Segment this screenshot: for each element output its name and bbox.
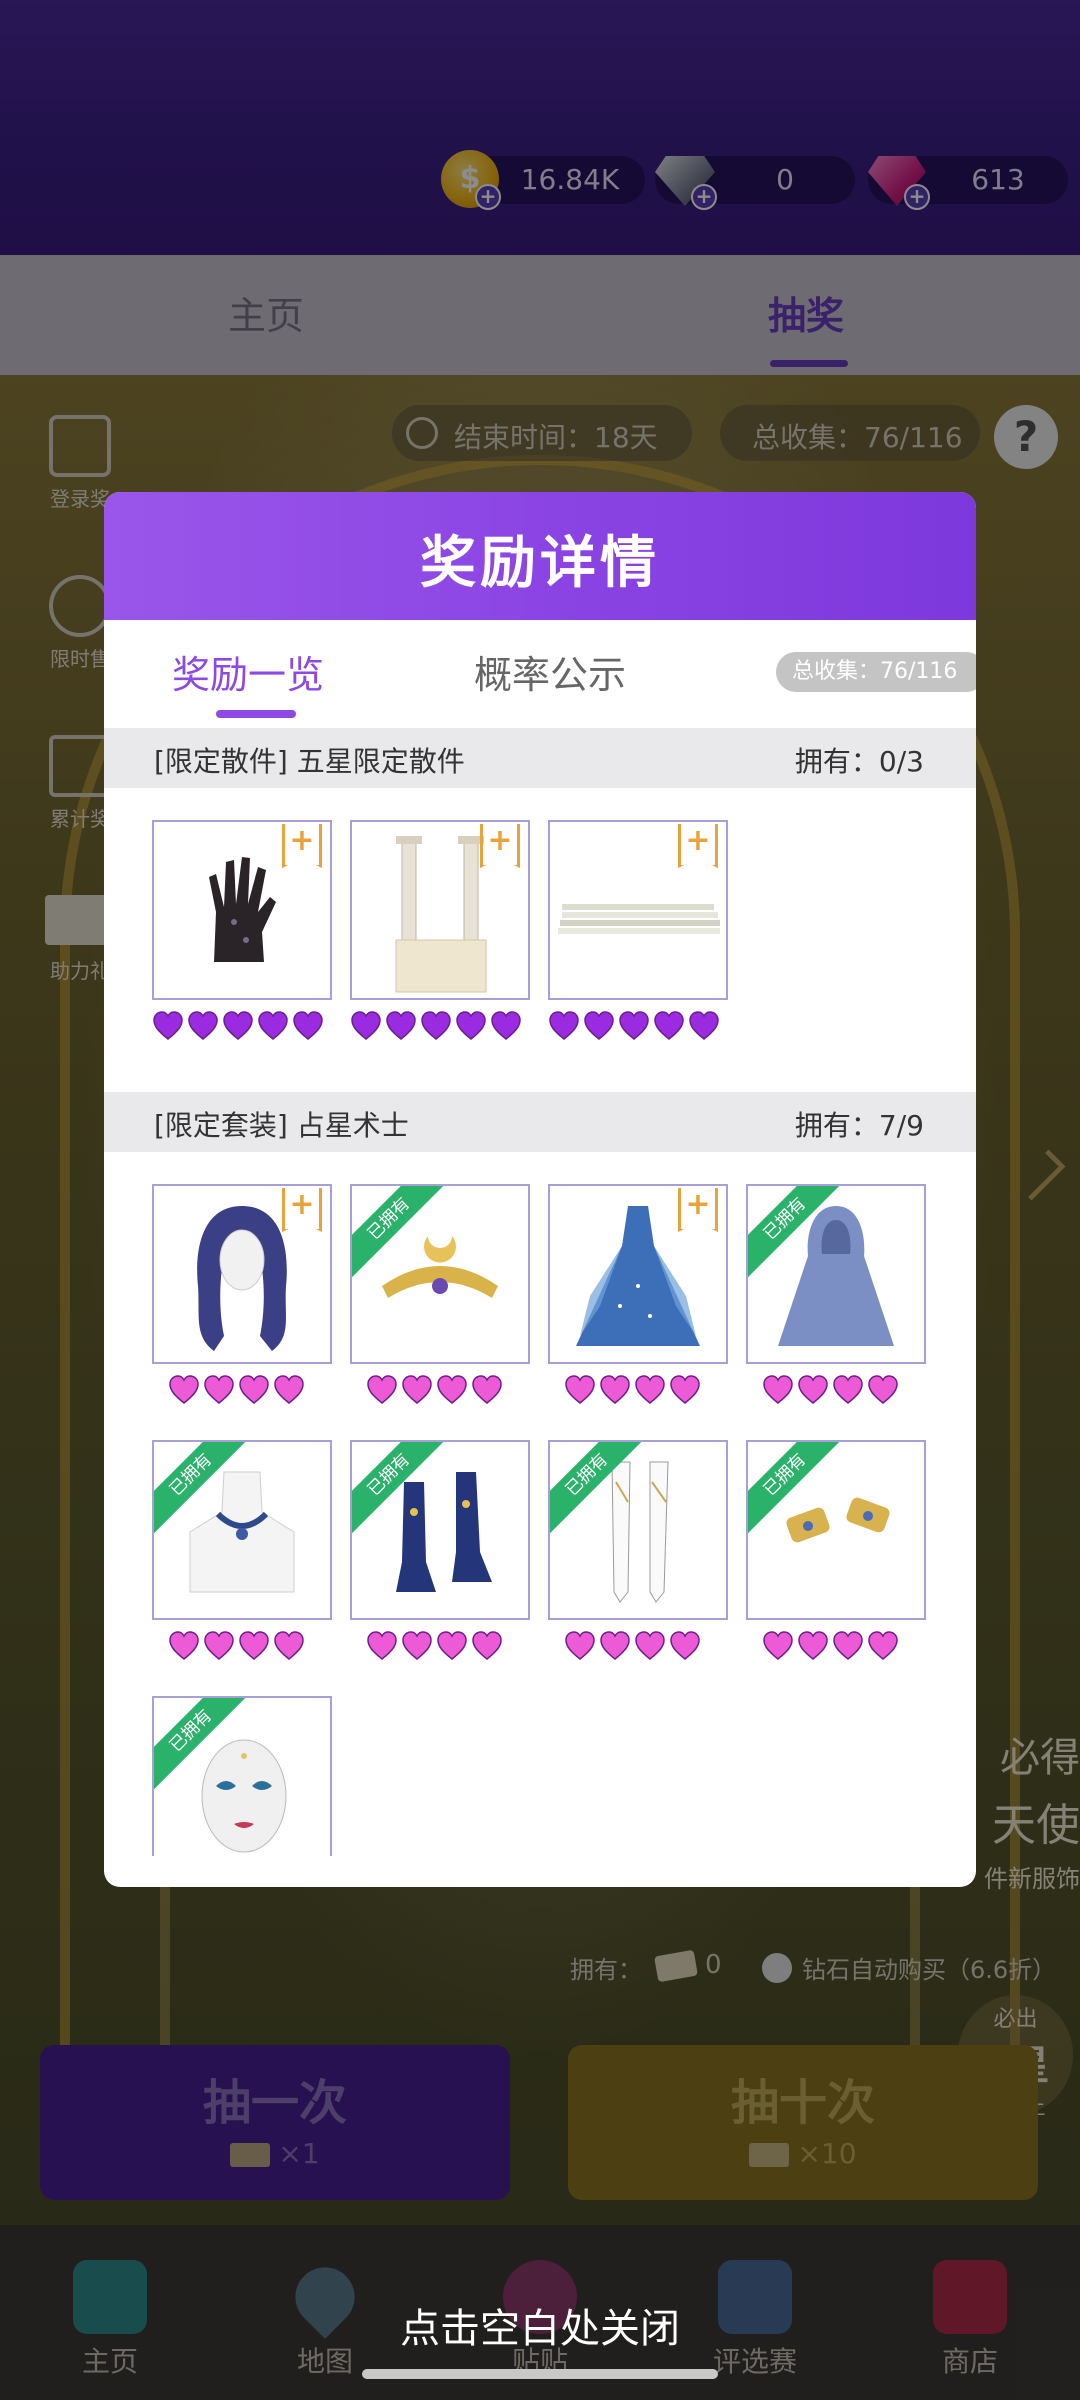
heart-icon [797, 1630, 829, 1662]
star-rating [366, 1630, 506, 1666]
reward-item-headpiece[interactable]: 已拥有 [350, 1184, 530, 1364]
star-rating [350, 1010, 525, 1046]
heart-icon [350, 1010, 382, 1042]
close-hint[interactable]: 点击空白处关闭 [0, 2296, 1080, 2354]
heart-icon [436, 1374, 468, 1406]
heart-icon [634, 1630, 666, 1662]
heart-icon [455, 1010, 487, 1042]
heart-icon [401, 1374, 433, 1406]
heart-icon [669, 1374, 701, 1406]
heart-icon [762, 1630, 794, 1662]
heart-icon [688, 1010, 720, 1042]
star-rating [152, 1010, 327, 1046]
heart-icon [273, 1630, 305, 1662]
home-indicator[interactable] [362, 2369, 718, 2379]
reward-item-lace-glove[interactable]: + [152, 820, 332, 1000]
heart-icon [471, 1630, 503, 1662]
heart-icon [832, 1630, 864, 1662]
heart-icon [401, 1630, 433, 1662]
heart-icon [168, 1630, 200, 1662]
section-title: [限定散件] 五星限定散件 [154, 745, 465, 778]
reward-item-columns[interactable]: + [350, 820, 530, 1000]
heart-icon [599, 1630, 631, 1662]
heart-icon [564, 1374, 596, 1406]
heart-icon [222, 1010, 254, 1042]
section-header-limited-set: [限定套装] 占星术士 拥有：7/9 [104, 1092, 976, 1152]
star-rating [168, 1374, 308, 1410]
heart-icon [867, 1374, 899, 1406]
modal-total-collection-badge: 总收集：76/116 [776, 652, 976, 692]
heart-icon [548, 1010, 580, 1042]
heart-icon [471, 1374, 503, 1406]
reward-item-bracelets[interactable]: 已拥有 [746, 1440, 926, 1620]
reward-item-stockings[interactable]: 已拥有 [548, 1440, 728, 1620]
reward-item-heels[interactable]: 已拥有 [350, 1440, 530, 1620]
reward-item-necklace[interactable]: 已拥有 [152, 1440, 332, 1620]
star-rating [762, 1374, 902, 1410]
heart-icon [490, 1010, 522, 1042]
heart-icon [420, 1010, 452, 1042]
section-title: [限定套装] 占星术士 [154, 1109, 409, 1142]
reward-item-cloak[interactable]: 已拥有 [746, 1184, 926, 1364]
heart-icon [762, 1374, 794, 1406]
heart-icon [832, 1374, 864, 1406]
reward-item-hair[interactable]: + [152, 1184, 332, 1364]
heart-icon [366, 1630, 398, 1662]
heart-icon [366, 1374, 398, 1406]
heart-icon [634, 1374, 666, 1406]
star-rating [564, 1374, 704, 1410]
tab-reward-overview[interactable]: 奖励一览 [172, 644, 324, 699]
heart-icon [385, 1010, 417, 1042]
heart-icon [187, 1010, 219, 1042]
heart-icon [203, 1374, 235, 1406]
star-rating [366, 1374, 506, 1410]
modal-header: 奖励详情 [104, 492, 976, 620]
section-header-limited-pieces: [限定散件] 五星限定散件 拥有：0/3 [104, 728, 976, 788]
star-rating [548, 1010, 723, 1046]
heart-icon [436, 1630, 468, 1662]
heart-icon [203, 1630, 235, 1662]
reward-item-gown[interactable]: + [548, 1184, 728, 1364]
heart-icon [583, 1010, 615, 1042]
heart-icon [168, 1374, 200, 1406]
heart-icon [238, 1374, 270, 1406]
modal-title: 奖励详情 [420, 531, 660, 596]
heart-icon [867, 1630, 899, 1662]
heart-icon [653, 1010, 685, 1042]
heart-icon [669, 1630, 701, 1662]
heart-icon [238, 1630, 270, 1662]
heart-icon [292, 1010, 324, 1042]
star-rating [168, 1630, 308, 1666]
reward-item-steps[interactable]: + [548, 820, 728, 1000]
heart-icon [257, 1010, 289, 1042]
reward-item-makeup[interactable]: 已拥有 [152, 1696, 332, 1856]
heart-icon [599, 1374, 631, 1406]
section-owned: 拥有：7/9 [794, 1109, 924, 1142]
tab-probability[interactable]: 概率公示 [474, 644, 626, 699]
star-rating [762, 1630, 902, 1666]
heart-icon [152, 1010, 184, 1042]
heart-icon [564, 1630, 596, 1662]
reward-details-modal: 奖励详情 奖励一览 概率公示 总收集：76/116 [限定散件] 五星限定散件 … [104, 492, 976, 1887]
heart-icon [797, 1374, 829, 1406]
heart-icon [618, 1010, 650, 1042]
tab-reward-overview-underline [216, 710, 296, 718]
heart-icon [273, 1374, 305, 1406]
star-rating [564, 1630, 704, 1666]
section-owned: 拥有：0/3 [794, 745, 924, 778]
